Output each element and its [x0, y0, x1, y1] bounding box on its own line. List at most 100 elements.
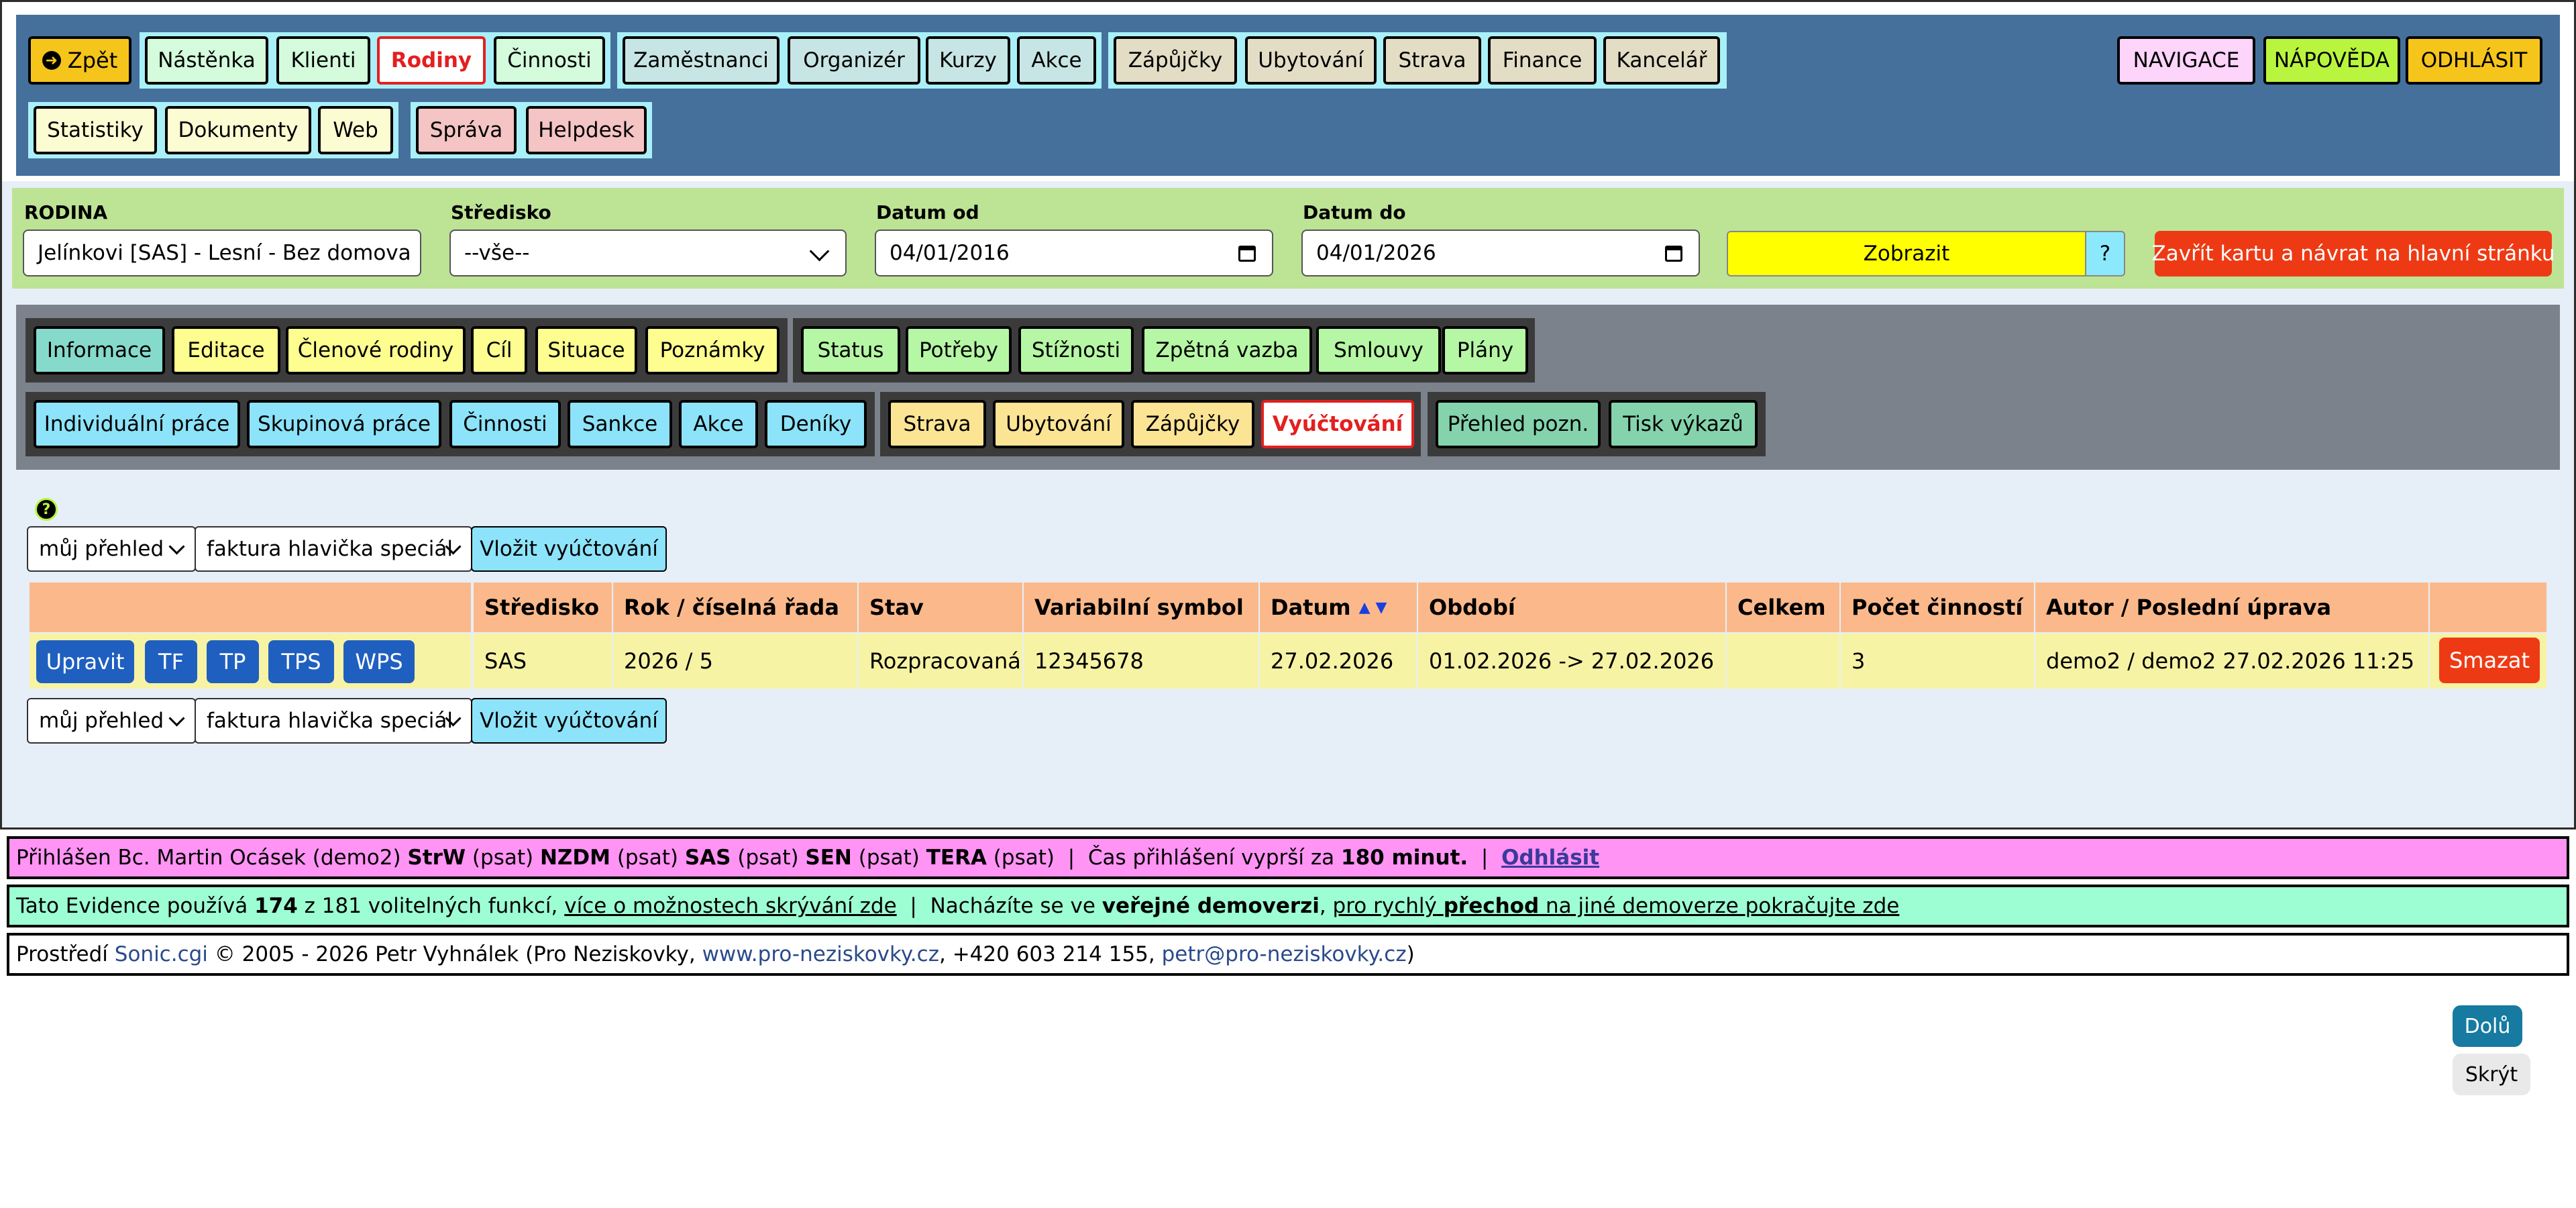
- tab-skupinova-prace[interactable]: Skupinová práce: [247, 400, 441, 448]
- nav-sprava[interactable]: Správa: [416, 106, 517, 154]
- stredisko-select[interactable]: --vše--: [449, 230, 847, 276]
- navigace-button[interactable]: NAVIGACE: [2117, 36, 2255, 85]
- wps-button[interactable]: WPS: [343, 640, 415, 683]
- stredisko-label: Středisko: [451, 201, 551, 223]
- view-select-bottom[interactable]: můj přehled: [27, 698, 196, 744]
- tab-status[interactable]: Status: [801, 326, 900, 374]
- table-header-obdobi: Období: [1418, 583, 1725, 632]
- question-circle-icon[interactable]: ?: [35, 498, 58, 521]
- tf-button[interactable]: TF: [145, 640, 197, 683]
- nav-rodiny[interactable]: Rodiny: [377, 36, 486, 85]
- nav-ubytovani[interactable]: Ubytování: [1245, 36, 1377, 85]
- chevron-down-icon: [809, 241, 830, 262]
- tps-button[interactable]: TPS: [268, 640, 334, 683]
- cell-rok: 2026 / 5: [613, 634, 857, 689]
- tab-plany[interactable]: Plány: [1442, 326, 1528, 374]
- nav-dokumenty[interactable]: Dokumenty: [165, 106, 311, 154]
- logout-link[interactable]: Odhlásit: [1501, 846, 1599, 870]
- tab-tisk-vykazu[interactable]: Tisk výkazů: [1609, 400, 1758, 448]
- table-header-stav: Stav: [859, 583, 1022, 632]
- tab-editace[interactable]: Editace: [172, 326, 280, 374]
- nav-web[interactable]: Web: [318, 106, 393, 154]
- nav-nastenka[interactable]: Nástěnka: [145, 36, 268, 85]
- web-link[interactable]: www.pro-neziskovky.cz: [702, 942, 939, 966]
- tab-prehled-pozn[interactable]: Přehled pozn.: [1436, 400, 1601, 448]
- sort-asc-icon[interactable]: ▲: [1359, 599, 1371, 616]
- tab-zpetna-vazba[interactable]: Zpětná vazba: [1142, 326, 1312, 374]
- nav-statistiky[interactable]: Statistiky: [34, 106, 157, 154]
- table-header-pocet: Počet činností: [1841, 583, 2034, 632]
- email-link[interactable]: petr@pro-neziskovky.cz: [1162, 942, 1407, 966]
- tp-button[interactable]: TP: [207, 640, 259, 683]
- nav-finance[interactable]: Finance: [1488, 36, 1597, 85]
- tab-situace[interactable]: Situace: [535, 326, 637, 374]
- calendar-icon: [1665, 246, 1682, 262]
- tab-zapujcky[interactable]: Zápůjčky: [1131, 400, 1254, 448]
- datum-do-input[interactable]: 04/01/2026: [1301, 230, 1700, 276]
- table-header-datum[interactable]: Datum ▲ ▼: [1260, 583, 1417, 632]
- nav-akce[interactable]: Akce: [1017, 36, 1096, 85]
- tab-poznamky[interactable]: Poznámky: [645, 326, 780, 374]
- nav-organizer[interactable]: Organizér: [788, 36, 920, 85]
- chevron-down-icon: [168, 710, 185, 727]
- help-button[interactable]: ?: [2085, 231, 2125, 276]
- tab-cil[interactable]: Cíl: [471, 326, 527, 374]
- sort-desc-icon[interactable]: ▼: [1376, 599, 1387, 616]
- insert-button-bottom[interactable]: Vložit vyúčtování: [471, 698, 667, 744]
- show-button[interactable]: Zobrazit: [1727, 231, 2086, 276]
- tab-sankce[interactable]: Sankce: [568, 400, 672, 448]
- table-header-stredisko: Středisko: [474, 583, 612, 632]
- tab-informace[interactable]: Informace: [34, 326, 165, 374]
- tab-akce[interactable]: Akce: [679, 400, 758, 448]
- credit-bar: Prostředí Sonic.cgi © 2005 - 2026 Petr V…: [7, 933, 2569, 976]
- tab-ubytovani[interactable]: Ubytování: [993, 400, 1124, 448]
- hiding-info-link[interactable]: více o možnostech skrývání zde: [564, 894, 896, 918]
- hide-button[interactable]: Skrýt: [2453, 1054, 2530, 1095]
- rodina-label: RODINA: [24, 201, 108, 223]
- back-button[interactable]: ➜ Zpět: [28, 36, 131, 85]
- cell-stredisko: SAS: [474, 634, 612, 689]
- nav-kancelar[interactable]: Kancelář: [1603, 36, 1720, 85]
- datum-do-label: Datum do: [1303, 201, 1406, 223]
- nav-cinnosti[interactable]: Činnosti: [494, 36, 605, 85]
- rodina-field[interactable]: Jelínkovi [SAS] - Lesní - Bez domova: [23, 230, 421, 276]
- tab-individualni-prace[interactable]: Individuální práce: [34, 400, 240, 448]
- tab-cinnosti[interactable]: Činnosti: [449, 400, 561, 448]
- product-link[interactable]: Sonic.cgi: [115, 942, 208, 966]
- nav-zamestnanci[interactable]: Zaměstnanci: [623, 36, 780, 85]
- cell-autor: demo2 / demo2 27.02.2026 11:25: [2035, 634, 2428, 689]
- nav-strava[interactable]: Strava: [1383, 36, 1481, 85]
- tab-vyuctovani[interactable]: Vyúčtování: [1261, 400, 1414, 448]
- nav-helpdesk[interactable]: Helpdesk: [526, 106, 647, 154]
- tab-potreby[interactable]: Potřeby: [906, 326, 1012, 374]
- nav-klienti[interactable]: Klienti: [276, 36, 370, 85]
- delete-button[interactable]: Smazat: [2439, 638, 2540, 683]
- tab-strava[interactable]: Strava: [888, 400, 986, 448]
- demo-switch-link[interactable]: pro rychlý přechod na jiné demoverze pok…: [1333, 894, 1900, 918]
- cell-pocet: 3: [1841, 634, 2034, 689]
- tab-clenove-rodiny[interactable]: Členové rodiny: [286, 326, 466, 374]
- close-card-button[interactable]: Zavřít kartu a návrat na hlavní stránku: [2152, 231, 2555, 276]
- tab-smlouvy[interactable]: Smlouvy: [1316, 326, 1441, 374]
- insert-button[interactable]: Vložit vyúčtování: [471, 526, 667, 572]
- tab-stiznosti[interactable]: Stížnosti: [1018, 326, 1134, 374]
- info-bar: Tato Evidence používá 174 z 181 voliteln…: [7, 885, 2569, 927]
- cell-vs: 12345678: [1024, 634, 1258, 689]
- view-select[interactable]: můj přehled: [27, 526, 196, 572]
- edit-button[interactable]: Upravit: [36, 640, 134, 683]
- table-header-autor: Autor / Poslední úprava: [2035, 583, 2428, 632]
- nav-zapujcky[interactable]: Zápůjčky: [1114, 36, 1237, 85]
- nav-kurzy[interactable]: Kurzy: [926, 36, 1010, 85]
- tab-deniky[interactable]: Deníky: [765, 400, 867, 448]
- napoveda-button[interactable]: NÁPOVĚDA: [2263, 36, 2400, 85]
- cell-stav: Rozpracovaná: [859, 634, 1022, 689]
- circle-arrow-left-icon: ➜: [42, 51, 61, 70]
- template-select-bottom[interactable]: faktura hlavička speciál: [195, 698, 472, 744]
- datum-od-input[interactable]: 04/01/2016: [875, 230, 1273, 276]
- odhlasit-button[interactable]: ODHLÁSIT: [2406, 36, 2542, 85]
- table-header-celkem: Celkem: [1727, 583, 1839, 632]
- cell-celkem: [1727, 634, 1839, 689]
- scroll-down-button[interactable]: Dolů: [2453, 1005, 2522, 1047]
- template-select[interactable]: faktura hlavička speciál: [195, 526, 472, 572]
- cell-obdobi: 01.02.2026 -> 27.02.2026: [1418, 634, 1725, 689]
